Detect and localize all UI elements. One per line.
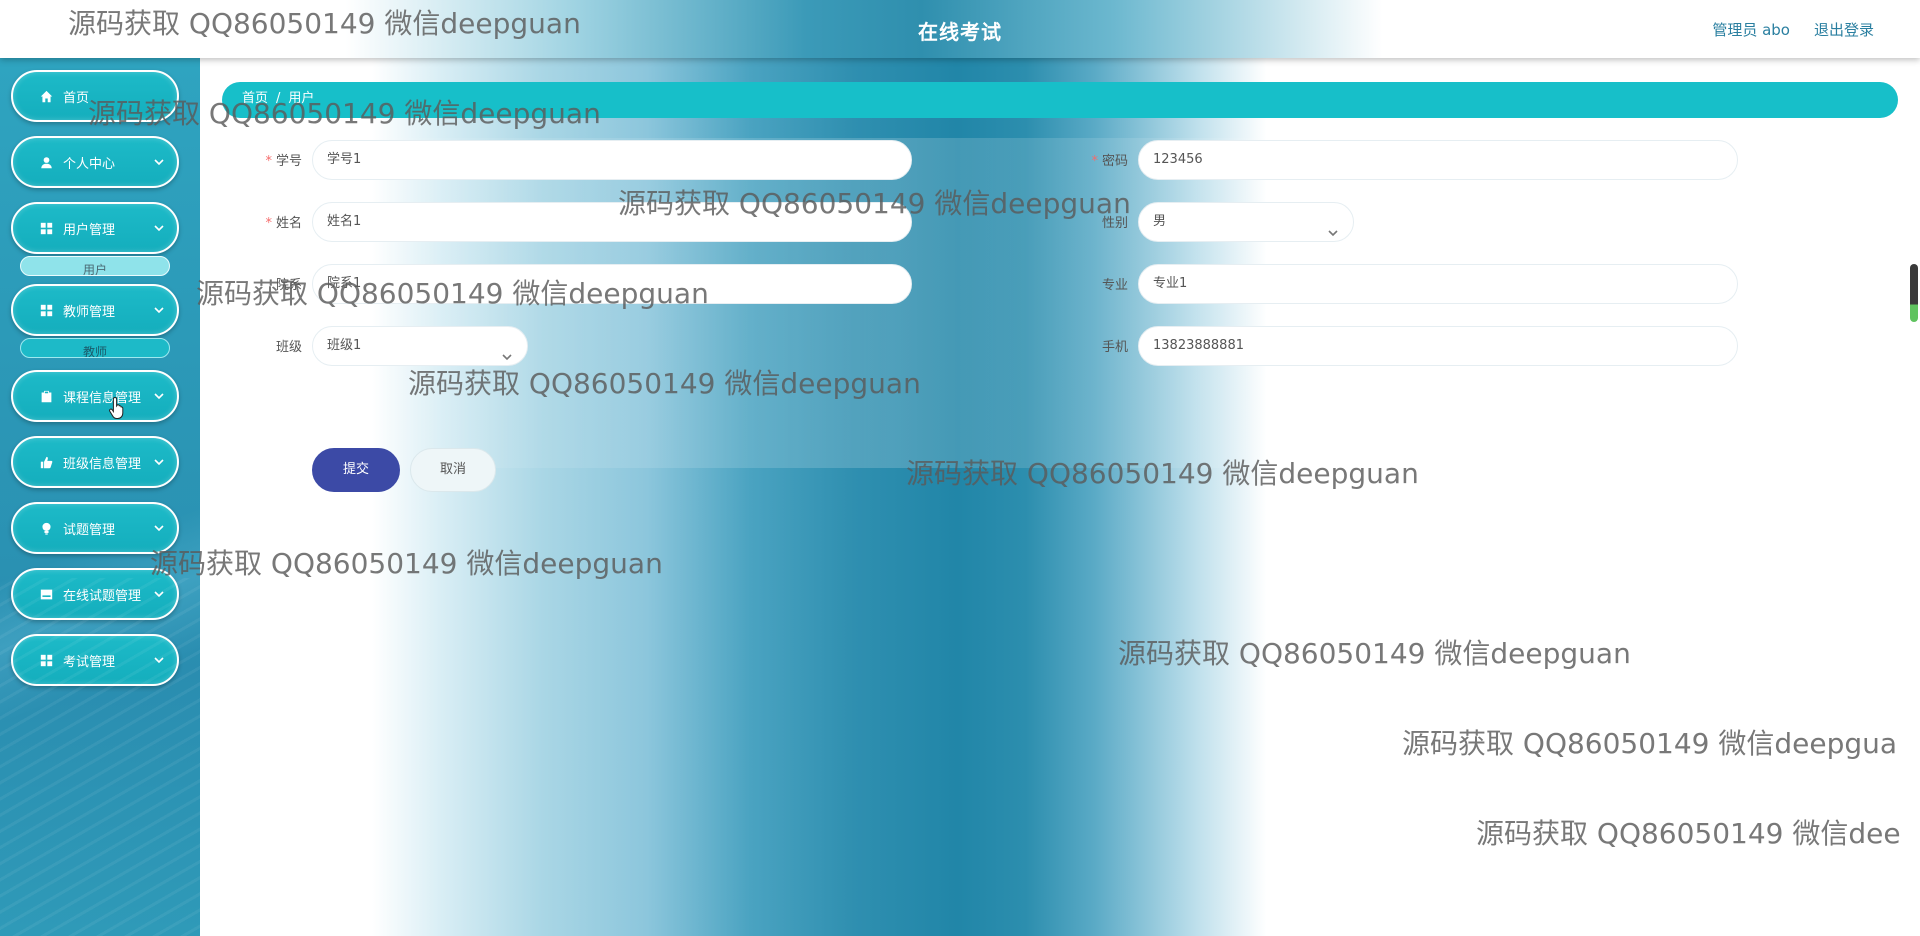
sidebar-item-label: 用户管理 — [63, 222, 116, 238]
admin-username[interactable]: 管理员 abo — [1712, 19, 1790, 40]
sidebar-item-exam-management[interactable]: 考试管理 — [11, 634, 179, 686]
chevron-down-icon — [501, 341, 513, 361]
top-bar: 在线考试 管理员 abo 退出登录 — [0, 0, 1920, 58]
sidebar-item-class-management[interactable]: 班级信息管理 — [11, 436, 179, 488]
breadcrumb-current: 用户 — [288, 91, 315, 106]
gender-value: 男 — [1153, 214, 1167, 229]
name-input[interactable]: 姓名1 — [312, 202, 912, 242]
submenu-teacher[interactable]: 教师 — [20, 338, 170, 358]
breadcrumb-separator: / — [276, 91, 281, 106]
sidebar-item-label: 试题管理 — [63, 522, 116, 538]
user-form: * 学号 学号1 * 密码 123456 * 姓名 姓名1 性别 男 院系 院系1 专… — [222, 138, 1898, 468]
chevron-down-icon — [153, 156, 165, 168]
sidebar-item-home[interactable]: 首页 — [11, 70, 179, 122]
gender-label: 性别 — [1101, 216, 1128, 231]
class-value: 班级1 — [327, 338, 362, 353]
chevron-down-icon — [153, 654, 165, 666]
chevron-down-icon — [153, 390, 165, 402]
chevron-down-icon — [153, 456, 165, 468]
sidebar-item-label: 首页 — [63, 90, 90, 106]
clipboard-icon — [39, 389, 53, 403]
submit-button[interactable]: 提交 — [312, 448, 400, 492]
user-icon — [39, 155, 53, 169]
bulb-icon — [39, 521, 53, 535]
scrollbar-thumb[interactable] — [1910, 264, 1918, 322]
home-icon — [39, 89, 53, 103]
gender-select[interactable]: 男 — [1138, 202, 1354, 242]
cancel-button[interactable]: 取消 — [410, 448, 496, 492]
card-icon — [39, 587, 53, 601]
major-label: 专业 — [1101, 278, 1128, 293]
password-input[interactable]: 123456 — [1138, 140, 1738, 180]
breadcrumb: 首页 / 用户 — [222, 82, 1898, 118]
phone-input[interactable]: 13823888881 — [1138, 326, 1738, 366]
user-area: 管理员 abo 退出登录 — [1712, 19, 1874, 40]
thumb-icon — [39, 455, 53, 469]
department-input[interactable]: 院系1 — [312, 264, 912, 304]
name-label: * 姓名 — [265, 216, 302, 231]
logout-link[interactable]: 退出登录 — [1814, 19, 1874, 40]
sidebar-item-label: 班级信息管理 — [63, 456, 142, 472]
app-title: 在线考试 — [918, 20, 1002, 44]
grid-icon — [39, 221, 53, 235]
password-label: * 密码 — [1091, 154, 1128, 169]
sidebar: 首页 个人中心 用户管理 用户 教师管理 教师 课程信息管理 班级信息管理 试题… — [0, 58, 200, 936]
sidebar-item-question-management[interactable]: 试题管理 — [11, 502, 179, 554]
sidebar-item-online-question-management[interactable]: 在线试题管理 — [11, 568, 179, 620]
grid-icon — [39, 653, 53, 667]
class-select[interactable]: 班级1 — [312, 326, 528, 366]
grid-icon — [39, 303, 53, 317]
sidebar-item-user-management[interactable]: 用户管理 — [11, 202, 179, 254]
phone-label: 手机 — [1101, 340, 1128, 355]
chevron-down-icon — [153, 222, 165, 234]
sidebar-item-label: 教师管理 — [63, 304, 116, 320]
sidebar-item-label: 个人中心 — [63, 156, 116, 172]
student-no-label: * 学号 — [265, 154, 302, 169]
chevron-down-icon — [153, 522, 165, 534]
sidebar-item-course-management[interactable]: 课程信息管理 — [11, 370, 179, 422]
hand-cursor-icon — [109, 396, 124, 419]
student-no-input[interactable]: 学号1 — [312, 140, 912, 180]
chevron-down-icon — [153, 304, 165, 316]
sidebar-item-label: 在线试题管理 — [63, 588, 142, 604]
main-content: 首页 / 用户 * 学号 学号1 * 密码 123456 * 姓名 姓名1 性别 男 院系… — [200, 58, 1920, 936]
class-label: 班级 — [275, 340, 302, 355]
sidebar-item-label: 考试管理 — [63, 654, 116, 670]
submenu-user[interactable]: 用户 — [20, 256, 170, 276]
major-input[interactable]: 专业1 — [1138, 264, 1738, 304]
sidebar-item-teacher-management[interactable]: 教师管理 — [11, 284, 179, 336]
sidebar-item-label: 课程信息管理 — [63, 390, 142, 406]
sidebar-item-personal-center[interactable]: 个人中心 — [11, 136, 179, 188]
department-label: 院系 — [275, 278, 302, 293]
chevron-down-icon — [153, 588, 165, 600]
chevron-down-icon — [1327, 217, 1339, 237]
breadcrumb-home[interactable]: 首页 — [242, 91, 268, 106]
